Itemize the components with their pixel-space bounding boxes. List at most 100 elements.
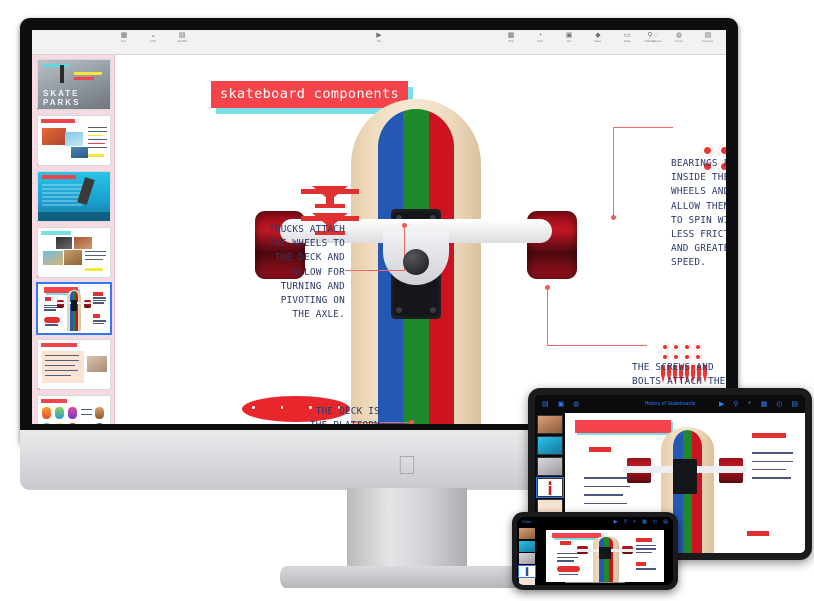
nut-icon xyxy=(694,343,702,351)
play-icon: ▶ xyxy=(376,32,382,39)
thumb-title xyxy=(41,399,67,403)
toolbar-button-document[interactable]: ▤ Document xyxy=(698,32,718,44)
iphone-back-label[interactable]: Slides xyxy=(522,520,531,524)
nut-row xyxy=(661,343,702,351)
toolbar-label: Play xyxy=(376,40,382,43)
mini-hanger xyxy=(544,485,556,486)
iphone-thumbnail[interactable] xyxy=(519,528,535,539)
slide-thumbnail-9[interactable]: 9 xyxy=(36,282,112,335)
toolbar-center-group: ▶ Play xyxy=(369,32,389,44)
leader-line-bearings-vertical xyxy=(613,127,614,217)
brush-icon[interactable]: ⚲ xyxy=(733,400,738,408)
media-icon: ▭ xyxy=(623,32,631,39)
toolbar-button-text[interactable]: ▣ Text xyxy=(559,32,579,44)
imac-device: ▦ View ⌄ 100% ▤ Add Slide ▶ Play ▦ Table… xyxy=(20,18,738,448)
slide-thumbnail-11[interactable]: 11 xyxy=(37,395,111,424)
add-slide-icon: ▤ xyxy=(178,32,186,39)
thumb-skyline xyxy=(38,212,110,221)
ipad-toolbar-left: ▤ ▣ ◍ xyxy=(542,400,579,408)
thumb-word: SKATE PARKS xyxy=(43,89,81,107)
mini-text xyxy=(556,556,578,558)
toolbar-button-view[interactable]: ▦ View xyxy=(114,32,134,44)
text-block-trucks[interactable]: TRUCKS ATTACH THE WHEELS TO THE DECK AND… xyxy=(227,223,345,322)
more-icon[interactable]: ▤ xyxy=(791,400,798,408)
add-icon[interactable]: + xyxy=(748,400,752,408)
toolbar-label: Table xyxy=(508,40,514,43)
iphone-toolbar-right: ▶ ⚲ + ▦ ◴ ▤ xyxy=(614,519,668,525)
toolbar-button-shape[interactable]: ◆ Shape xyxy=(588,32,608,44)
iphone-slide-navigator[interactable] xyxy=(517,527,537,585)
iphone-thumbnail[interactable] xyxy=(519,540,535,552)
toolbar-button-format[interactable]: ◍ Format xyxy=(669,32,689,44)
nut-icon xyxy=(661,353,669,361)
slide-thumbnail-7[interactable]: 7 xyxy=(37,171,111,223)
ipad-thumbnail-selected[interactable] xyxy=(536,477,564,498)
mini-slide xyxy=(538,479,562,496)
media-icon[interactable]: ▦ xyxy=(642,519,647,525)
mini-text xyxy=(635,551,653,554)
slide-thumbnail-10[interactable]: 10 xyxy=(37,339,111,391)
toolbar-button-zoom[interactable]: ⌄ 100% xyxy=(143,32,163,44)
ipad-thumbnail[interactable] xyxy=(537,436,563,455)
ipad-thumbnail[interactable] xyxy=(537,457,563,476)
mini-text xyxy=(45,324,59,326)
toolbar-left-group: ▦ View ⌄ 100% ▤ Add Slide xyxy=(114,32,192,44)
text-block-bearings[interactable]: BEARINGS FIT INSIDE THE WHEELS AND ALLOW… xyxy=(671,157,726,271)
mini-bearings xyxy=(92,291,103,296)
mini-text xyxy=(635,568,656,570)
add-icon[interactable]: + xyxy=(633,519,636,525)
iphone-thumbnail[interactable] xyxy=(519,578,535,585)
mini-baseplate xyxy=(673,459,697,495)
thumb-title xyxy=(42,175,76,179)
mini-text xyxy=(92,299,106,302)
skateboard-photo[interactable] xyxy=(255,99,577,424)
bearing-icon xyxy=(718,144,726,157)
undo-icon[interactable]: ◴ xyxy=(653,519,657,525)
iphone-slide-canvas[interactable] xyxy=(537,527,673,585)
slide-canvas[interactable]: skateboard components TRUCKS ATTACH THE … xyxy=(115,55,726,424)
thumb-line xyxy=(45,360,79,362)
more-icon[interactable]: ▤ xyxy=(663,519,668,525)
thumb-board xyxy=(42,407,51,419)
nut-icon xyxy=(661,343,669,351)
brush-icon[interactable]: ⚲ xyxy=(624,519,628,525)
toolbar-button-chart[interactable]: ◔ Chart xyxy=(530,32,550,44)
mini-slide xyxy=(38,284,110,333)
toolbar-label: Collaborate xyxy=(644,40,656,43)
thumb-photo xyxy=(65,132,83,146)
slide-navigator[interactable]: SKATE PARKS 1 6 7 8 9 10 xyxy=(32,55,115,424)
slide-thumbnail-6[interactable]: 6 xyxy=(37,115,111,167)
mini-screws xyxy=(92,314,100,319)
slides-icon[interactable]: ▤ xyxy=(542,400,549,408)
slide-thumbnail-8[interactable]: 8 xyxy=(37,227,111,279)
iphone-thumbnail-selected[interactable] xyxy=(518,565,536,577)
leader-dot-bearings xyxy=(611,215,616,220)
thumb-line xyxy=(81,409,92,411)
play-icon[interactable]: ▶ xyxy=(614,519,618,525)
settings-icon[interactable]: ◍ xyxy=(573,400,579,408)
mini-text xyxy=(92,322,105,325)
play-icon[interactable]: ▶ xyxy=(719,400,724,408)
undo-icon[interactable]: ◴ xyxy=(776,400,782,408)
iphone-main xyxy=(517,527,673,585)
media-icon[interactable]: ▦ xyxy=(761,400,768,408)
mini-text xyxy=(752,469,786,471)
toolbar-button-collaborate[interactable]: ⚲ Collaborate xyxy=(640,32,660,44)
layout-icon[interactable]: ▣ xyxy=(558,400,565,408)
text-block-deck[interactable]: THE DECK IS THE PLATFORM xyxy=(240,405,380,424)
thumb-line xyxy=(85,255,106,257)
mini-text xyxy=(558,573,578,576)
slide-thumbnail-1[interactable]: SKATE PARKS 1 xyxy=(37,59,111,111)
toolbar-button-play[interactable]: ▶ Play xyxy=(369,32,389,44)
thumb-photo xyxy=(71,147,88,158)
iphone-thumbnail[interactable] xyxy=(519,553,535,564)
keynote-window: ▦ View ⌄ 100% ▤ Add Slide ▶ Play ▦ Table… xyxy=(32,30,726,424)
toolbar-button-media[interactable]: ▭ Media xyxy=(617,32,637,44)
mini-stripes xyxy=(548,481,552,496)
mini-deck-icon xyxy=(556,566,581,573)
ipad-thumbnail[interactable] xyxy=(537,415,563,434)
leader-line-bearings xyxy=(613,127,673,128)
toolbar-button-table[interactable]: ▦ Table xyxy=(501,32,521,44)
toolbar-button-add-slide[interactable]: ▤ Add Slide xyxy=(172,32,192,44)
toolbar-label: Media xyxy=(623,40,631,43)
